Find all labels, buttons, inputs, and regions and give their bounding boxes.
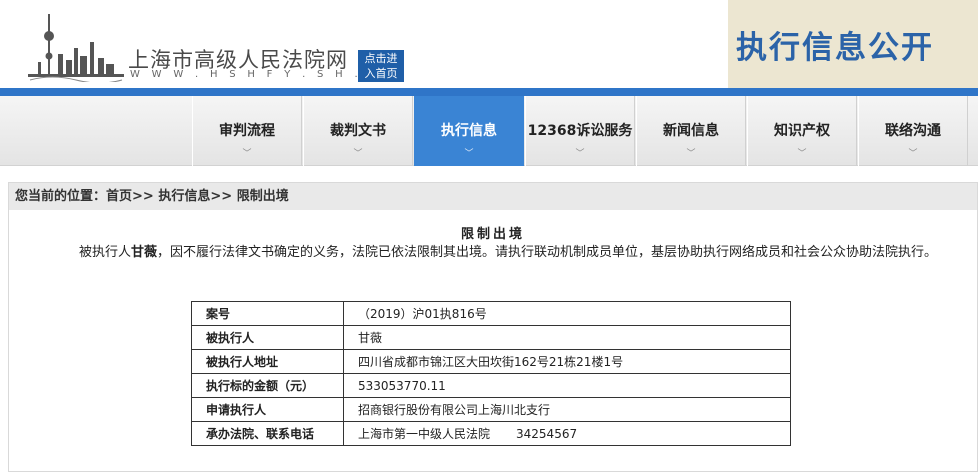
content-panel: 您当前的位置：首页>> 执行信息>> 限制出境 限制出境 被执行人甘薇，因不履行…	[8, 182, 978, 472]
field-label: 申请执行人	[191, 397, 344, 422]
notice-title: 限制出境	[460, 227, 525, 242]
field-value: 招商银行股份有限公司上海川北支行	[343, 397, 791, 422]
nav-item-label: 知识产权	[774, 123, 830, 139]
nav-item-label: 新闻信息	[663, 123, 719, 139]
field-value: （2019）沪01执816号	[343, 301, 791, 326]
nav-item-news[interactable]: 新闻信息 ﹀	[636, 96, 746, 166]
chevron-down-icon: ﹀	[686, 149, 696, 159]
nav-item-judgments[interactable]: 裁判文书 ﹀	[303, 96, 413, 166]
nav-item-label: 审判流程	[219, 123, 275, 139]
field-label: 执行标的金额（元）	[191, 373, 344, 398]
nav-item-label: 执行信息	[441, 123, 497, 139]
court-name: 上海市第一中级人民法院	[358, 427, 491, 441]
contact-phone: 34254567	[516, 427, 578, 441]
table-row: 被执行人地址 四川省成都市锦江区大田坎街162号21栋21楼1号	[191, 349, 791, 374]
table-row: 执行标的金额（元） 533053770.11	[191, 373, 791, 398]
field-label: 案号	[191, 301, 344, 326]
nav-item-label: 12368诉讼服务	[527, 123, 633, 139]
home-button[interactable]: 点击进 入首页	[358, 50, 404, 82]
notice-body-pre: 被执行人	[79, 245, 132, 260]
field-value: 四川省成都市锦江区大田坎街162号21栋21楼1号	[343, 349, 791, 374]
nav-item-trial-process[interactable]: 审判流程 ﹀	[192, 96, 302, 166]
shanghai-skyline-logo-icon	[28, 14, 124, 82]
breadcrumb-enforcement[interactable]: 执行信息	[158, 189, 210, 204]
field-label: 承办法院、联系电话	[191, 421, 344, 446]
notice-body: 被执行人甘薇，因不履行法律文书确定的义务，法院已依法限制其出境。请执行联动机制成…	[23, 243, 953, 263]
notice-person: 甘薇	[131, 245, 158, 260]
nav-item-label: 裁判文书	[330, 123, 386, 139]
breadcrumb: 您当前的位置：首页>> 执行信息>> 限制出境	[9, 183, 977, 210]
home-button-line-1: 点击进	[364, 52, 398, 65]
nav-item-label: 联络沟通	[885, 123, 941, 139]
home-button-line-2: 入首页	[364, 67, 398, 80]
breadcrumb-home[interactable]: 首页	[106, 189, 132, 204]
nav-accent-bar	[0, 88, 978, 96]
chevron-down-icon: ﹀	[242, 149, 252, 159]
notice-body-post: ，因不履行法律文书确定的义务，法院已依法限制其出境。请执行联动机制成员单位，基层…	[157, 245, 938, 260]
chevron-down-icon: ﹀	[575, 149, 585, 159]
nav-item-ip[interactable]: 知识产权 ﹀	[747, 96, 857, 166]
nav-item-enforcement[interactable]: 执行信息 ﹀	[414, 96, 524, 166]
banner-title: 执行信息公开	[736, 30, 934, 66]
field-label: 被执行人	[191, 325, 344, 350]
breadcrumb-current: 限制出境	[236, 189, 289, 204]
chevron-down-icon: ﹀	[353, 149, 363, 159]
table-row: 案号 （2019）沪01执816号	[191, 301, 791, 326]
chevron-down-icon: ﹀	[797, 149, 807, 159]
chevron-down-icon: ﹀	[908, 149, 918, 159]
enforcement-info-table: 案号 （2019）沪01执816号 被执行人 甘薇 被执行人地址 四川省成都市锦…	[191, 301, 791, 446]
field-label: 被执行人地址	[191, 349, 344, 374]
table-row: 申请执行人 招商银行股份有限公司上海川北支行	[191, 397, 791, 422]
table-row: 承办法院、联系电话 上海市第一中级人民法院 34254567	[191, 421, 791, 446]
main-nav: 审判流程 ﹀ 裁判文书 ﹀ 执行信息 ﹀ 12368诉讼服务 ﹀ 新闻信息 ﹀ …	[0, 96, 978, 166]
field-value: 533053770.11	[343, 373, 791, 398]
site-header: 上海市高级人民法院网 W W W . H S H F Y . S H . C N…	[0, 0, 978, 88]
chevron-down-icon: ﹀	[464, 149, 474, 159]
table-row: 被执行人 甘薇	[191, 325, 791, 350]
breadcrumb-separator: >>	[210, 189, 233, 204]
field-value: 甘薇	[343, 325, 791, 350]
breadcrumb-separator: >>	[132, 189, 154, 204]
nav-item-12368-service[interactable]: 12368诉讼服务 ﹀	[525, 96, 635, 166]
nav-item-contact[interactable]: 联络沟通 ﹀	[858, 96, 968, 166]
field-value: 上海市第一中级人民法院 34254567	[343, 421, 791, 446]
breadcrumb-prefix: 您当前的位置：	[15, 189, 107, 204]
